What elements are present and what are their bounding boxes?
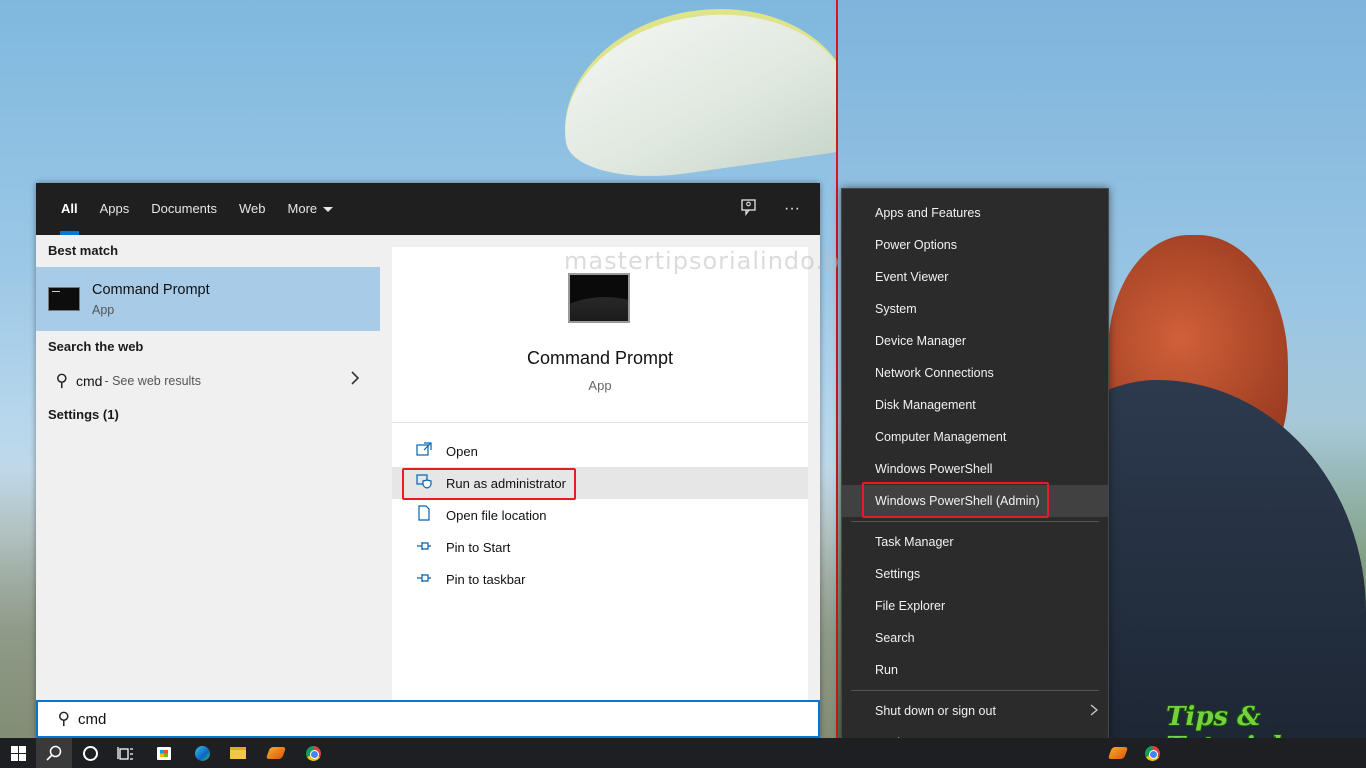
header-icons: ··· [740, 183, 800, 235]
chevron-right-icon [1090, 695, 1099, 727]
app-icon [265, 747, 287, 759]
chrome-icon [305, 745, 321, 761]
folder-icon [230, 747, 246, 759]
edge-button[interactable] [184, 738, 220, 768]
search-box: ⚲ [36, 700, 820, 738]
feedback-icon[interactable] [740, 198, 758, 221]
action-run-as-administrator[interactable]: Run as administrator [392, 467, 808, 500]
action-pin-to-start-label: Pin to Start [446, 539, 511, 555]
shield-icon [414, 473, 434, 493]
menu-item-apps-and-features[interactable]: Apps and Features [842, 197, 1108, 229]
menu-item-windows-powershell-admin-label: Windows PowerShell (Admin) [875, 494, 1040, 508]
store-icon [157, 746, 171, 760]
menu-item-search[interactable]: Search [842, 622, 1108, 654]
result-preview-pane: mastertipsorialindo.blogspot.com Command… [392, 247, 998, 700]
action-open[interactable]: Open [392, 435, 808, 467]
best-match-result[interactable]: Command Prompt App [36, 267, 380, 331]
preview-header: mastertipsorialindo.blogspot.com Command… [392, 247, 998, 423]
chrome-button-right[interactable] [1134, 738, 1170, 768]
taskbar-search-button[interactable] [36, 738, 72, 768]
menu-separator [851, 521, 1099, 522]
menu-item-computer-management[interactable]: Computer Management [842, 421, 1108, 453]
app-icon [1107, 747, 1129, 759]
menu-item-device-manager[interactable]: Device Manager [842, 325, 1108, 357]
more-options-icon[interactable]: ··· [784, 200, 800, 218]
menu-item-run[interactable]: Run [842, 654, 1108, 686]
taskbar-app-button[interactable] [258, 738, 294, 768]
web-query: cmd [76, 373, 103, 389]
chrome-icon [1144, 745, 1160, 761]
search-input[interactable] [78, 710, 678, 728]
menu-item-shut-down-or-sign-out[interactable]: Shut down or sign out [842, 695, 1108, 727]
search-web-heading: Search the web [48, 339, 144, 354]
search-icon [46, 745, 62, 761]
menu-item-windows-powershell[interactable]: Windows PowerShell [842, 453, 1108, 485]
caret-down-icon [323, 207, 334, 213]
start-search-panel: All Apps Documents Web More ··· Best mat… [36, 183, 998, 738]
cortana-button[interactable] [72, 738, 108, 768]
pin-icon [414, 539, 434, 556]
settings-section-heading[interactable]: Settings (1) [36, 399, 380, 431]
best-match-type: App [92, 302, 115, 317]
store-button[interactable] [146, 738, 182, 768]
task-view-button[interactable] [108, 738, 144, 768]
paraglider-canopy [550, 0, 860, 190]
taskbar [0, 738, 1366, 768]
tab-apps[interactable]: Apps [89, 183, 141, 235]
menu-item-settings[interactable]: Settings [842, 558, 1108, 590]
action-open-file-location[interactable]: Open file location [392, 499, 808, 531]
menu-item-task-manager[interactable]: Task Manager [842, 526, 1108, 558]
menu-item-event-viewer[interactable]: Event Viewer [842, 261, 1108, 293]
preview-app-name: Command Prompt [526, 348, 674, 368]
file-icon [414, 505, 434, 525]
web-results-hint: - See web results [104, 374, 202, 388]
start-button[interactable] [0, 738, 36, 768]
action-run-as-administrator-label: Run as administrator [446, 475, 566, 491]
chrome-button[interactable] [295, 738, 331, 768]
preview-actions: Open Run as administrator Open file loca… [392, 423, 808, 595]
open-icon [414, 442, 434, 460]
tab-more-label: More [287, 201, 318, 216]
menu-item-power-options[interactable]: Power Options [842, 229, 1108, 261]
action-open-label: Open [446, 443, 478, 459]
menu-item-shut-down-label: Shut down or sign out [875, 704, 996, 718]
command-prompt-large-icon [568, 273, 630, 323]
preview-app-type: App [588, 378, 612, 393]
taskbar-app-button-right[interactable] [1100, 738, 1136, 768]
task-view-icon [117, 747, 133, 760]
chevron-right-icon[interactable] [350, 371, 360, 390]
best-match-name: Command Prompt [92, 281, 210, 298]
best-match-heading: Best match [48, 243, 119, 258]
results-list: Best match Command Prompt App Search the… [36, 235, 380, 700]
windows-logo-icon [10, 745, 26, 761]
edge-browser-icon [194, 745, 210, 761]
action-pin-to-start[interactable]: Pin to Start [392, 531, 808, 563]
menu-item-network-connections[interactable]: Network Connections [842, 357, 1108, 389]
file-explorer-button[interactable] [220, 738, 256, 768]
search-icon: ⚲ [55, 371, 68, 390]
tab-web[interactable]: Web [228, 183, 277, 235]
command-prompt-icon [48, 287, 80, 311]
menu-item-system[interactable]: System [842, 293, 1108, 325]
action-pin-to-taskbar[interactable]: Pin to taskbar [392, 563, 808, 595]
action-pin-to-taskbar-label: Pin to taskbar [446, 571, 526, 587]
tab-all[interactable]: All [50, 183, 89, 235]
action-open-file-location-label: Open file location [446, 507, 547, 523]
web-search-result[interactable]: ⚲ cmd - See web results [36, 363, 380, 399]
power-user-menu: Apps and Features Power Options Event Vi… [841, 188, 1109, 768]
menu-separator [851, 690, 1099, 691]
menu-item-disk-management[interactable]: Disk Management [842, 389, 1108, 421]
pin-icon [414, 571, 434, 588]
cortana-circle-icon [82, 745, 98, 761]
search-icon: ⚲ [57, 709, 70, 728]
search-filter-tabs: All Apps Documents Web More ··· [36, 183, 820, 235]
tab-documents[interactable]: Documents [140, 183, 228, 235]
tab-more[interactable]: More [277, 183, 345, 235]
menu-item-windows-powershell-admin[interactable]: Windows PowerShell (Admin) [842, 482, 1108, 518]
menu-item-file-explorer[interactable]: File Explorer [842, 590, 1108, 622]
